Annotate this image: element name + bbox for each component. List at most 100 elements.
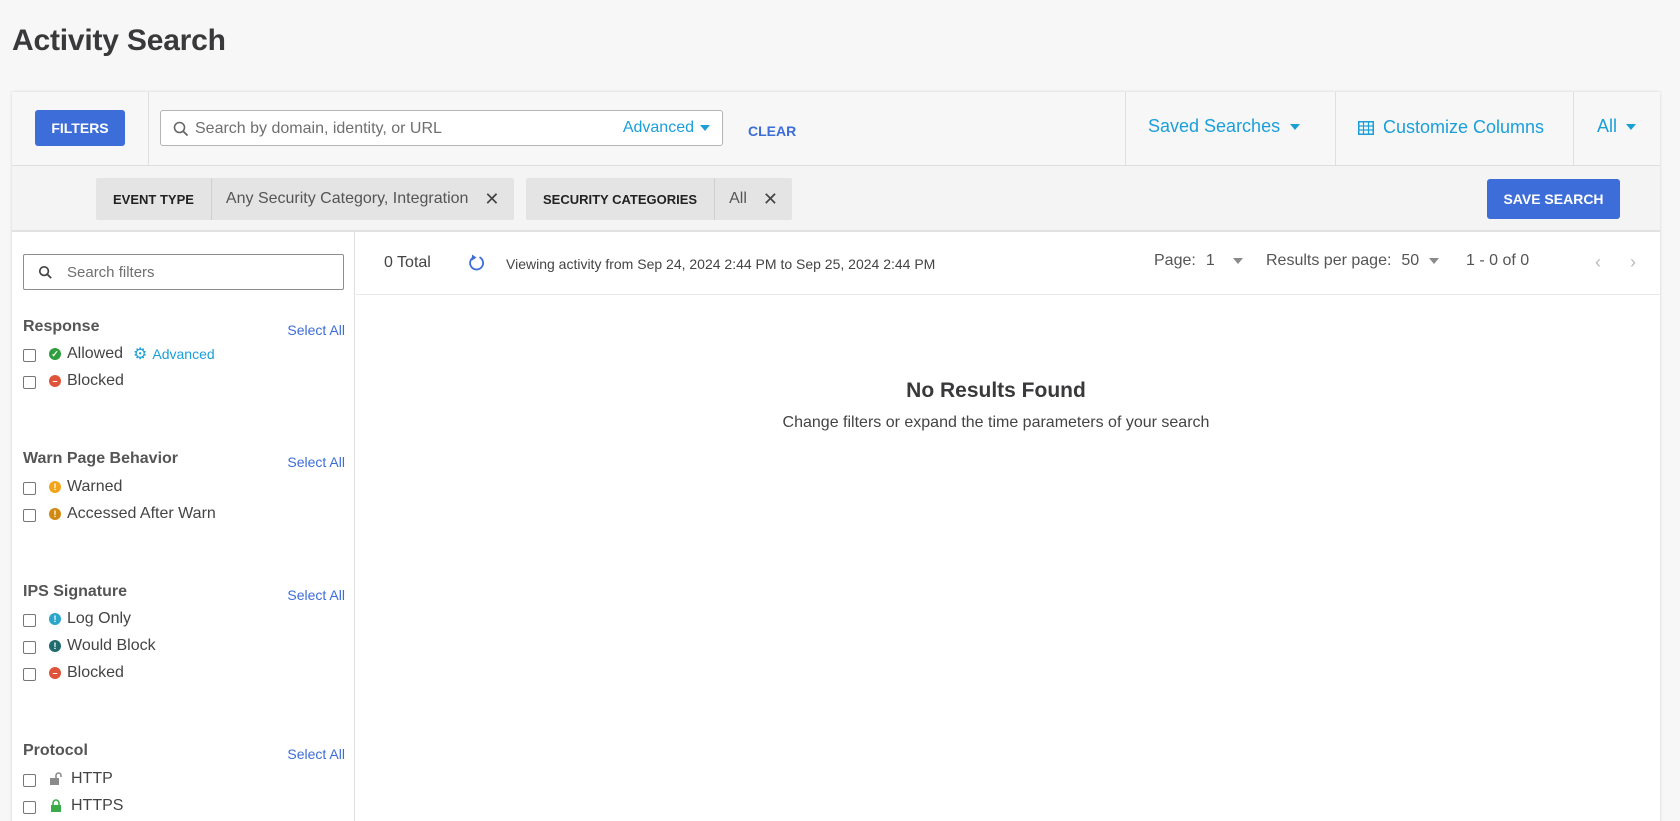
saved-searches-label: Saved Searches — [1148, 116, 1281, 136]
filter-option-allowed[interactable]: ✓ Allowed ⚙ Advanced — [23, 343, 215, 365]
filter-option-http[interactable]: HTTP — [23, 768, 113, 790]
toolbar-divider — [1335, 92, 1336, 166]
refresh-icon[interactable] — [468, 254, 486, 272]
filter-search-input[interactable]: Search filters — [23, 254, 344, 290]
checkbox[interactable] — [23, 801, 36, 814]
next-page-button[interactable]: › — [1630, 252, 1636, 273]
filter-option-label: Allowed — [67, 345, 124, 362]
activity-panel: FILTERS Search by domain, identity, or U… — [12, 92, 1660, 821]
lock-icon — [51, 799, 61, 812]
filter-group-title: Warn Page Behavior — [23, 450, 179, 467]
check-circle-icon: ✓ — [49, 348, 61, 360]
checkbox[interactable] — [23, 349, 36, 362]
checkbox[interactable] — [23, 641, 36, 654]
filter-option-label: Blocked — [67, 664, 124, 681]
search-icon — [38, 265, 52, 279]
results-per-page-selector[interactable]: Results per page: 50 — [1266, 252, 1440, 270]
filter-option-blocked[interactable]: – Blocked — [23, 370, 124, 392]
customize-columns-label: Customize Columns — [1383, 117, 1545, 137]
all-dropdown[interactable]: All — [1597, 116, 1637, 137]
alert-circle-icon: ! — [49, 640, 61, 652]
info-circle-icon: ! — [49, 613, 61, 625]
clear-button[interactable]: CLEAR — [748, 123, 796, 139]
close-icon[interactable]: ✕ — [484, 189, 499, 210]
filter-group-title: Response — [23, 318, 100, 335]
filter-option-accessed-after-warn[interactable]: ! Accessed After Warn — [23, 503, 216, 525]
empty-state-message: Change filters or expand the time parame… — [782, 414, 1210, 431]
chip-value: Any Security Category, Integration — [225, 190, 469, 207]
filter-chip-event-type: EVENT TYPE Any Security Category, Integr… — [96, 178, 514, 220]
chevron-down-icon — [1429, 258, 1440, 264]
filter-group-title: IPS Signature — [23, 583, 128, 600]
save-search-button[interactable]: SAVE SEARCH — [1487, 179, 1620, 219]
results-header: 0 Total Viewing activity from Sep 24, 20… — [356, 232, 1660, 295]
toolbar: FILTERS Search by domain, identity, or U… — [12, 92, 1660, 166]
filter-chip-security-categories: SECURITY CATEGORIES All ✕ — [526, 178, 792, 220]
filter-option-label: Would Block — [67, 637, 156, 654]
page-title: Activity Search — [12, 24, 226, 57]
chevron-down-icon — [1626, 123, 1637, 130]
checkbox[interactable] — [23, 614, 36, 627]
results-total: 0 Total — [384, 254, 431, 271]
chevron-down-icon — [1232, 258, 1243, 264]
filter-option-label: Blocked — [67, 372, 124, 389]
chip-key: SECURITY CATEGORIES — [526, 178, 716, 220]
all-label: All — [1597, 116, 1618, 136]
select-all-link[interactable]: Select All — [287, 322, 345, 338]
results-range: 1 - 0 of 0 — [1466, 252, 1530, 269]
toolbar-divider — [1573, 92, 1574, 166]
filters-button[interactable]: FILTERS — [35, 110, 125, 146]
customize-columns-button[interactable]: Customize Columns — [1358, 117, 1544, 138]
search-icon — [173, 121, 189, 137]
filter-option-label: HTTPS — [71, 797, 124, 814]
filter-option-https[interactable]: HTTPS — [23, 795, 123, 817]
advanced-link[interactable]: ⚙ Advanced — [133, 344, 215, 364]
warning-circle-icon: ! — [49, 481, 61, 493]
checkbox[interactable] — [23, 482, 36, 495]
close-icon[interactable]: ✕ — [763, 189, 778, 210]
checkbox[interactable] — [23, 774, 36, 787]
filter-option-label: Log Only — [67, 610, 132, 627]
results-per-page-value: 50 — [1401, 252, 1420, 269]
select-all-link[interactable]: Select All — [287, 587, 345, 603]
filter-option-would-block[interactable]: ! Would Block — [23, 635, 156, 657]
filter-group-title: Protocol — [23, 742, 88, 759]
page-label: Page: — [1154, 252, 1196, 269]
page-selector[interactable]: Page: 1 — [1154, 252, 1243, 270]
saved-searches-dropdown[interactable]: Saved Searches — [1148, 116, 1301, 137]
filter-option-log-only[interactable]: ! Log Only — [23, 608, 131, 630]
advanced-label: Advanced — [622, 119, 694, 136]
prev-page-button[interactable]: ‹ — [1595, 252, 1601, 273]
advanced-search-dropdown[interactable]: Advanced — [623, 119, 710, 137]
unlock-icon — [50, 772, 62, 785]
minus-circle-icon: – — [49, 667, 61, 679]
chip-value: All — [729, 190, 747, 207]
warning-circle-icon: ! — [49, 508, 61, 520]
results-per-page-label: Results per page: — [1266, 252, 1392, 269]
chevron-down-icon — [700, 125, 710, 131]
toolbar-divider — [1125, 92, 1126, 166]
chevron-down-icon — [1290, 123, 1301, 130]
filter-option-label: Warned — [67, 478, 123, 495]
select-all-link[interactable]: Select All — [287, 746, 345, 762]
checkbox[interactable] — [23, 376, 36, 389]
checkbox[interactable] — [23, 668, 36, 681]
gear-icon: ⚙ — [133, 346, 148, 363]
filter-option-label: Accessed After Warn — [67, 505, 216, 522]
table-icon — [1358, 120, 1374, 135]
filter-option-label: HTTP — [71, 770, 113, 787]
checkbox[interactable] — [23, 509, 36, 522]
page-value: 1 — [1205, 252, 1215, 269]
chip-key: EVENT TYPE — [96, 178, 212, 220]
active-filters-bar: EVENT TYPE Any Security Category, Integr… — [12, 166, 1660, 232]
select-all-link[interactable]: Select All — [287, 454, 345, 470]
filter-option-ips-blocked[interactable]: – Blocked — [23, 662, 124, 684]
search-input[interactable]: Search by domain, identity, or URL Advan… — [160, 110, 723, 146]
empty-state-title: No Results Found — [906, 379, 1086, 402]
filter-sidebar: Search filters Response Select All ✓ All… — [12, 232, 355, 821]
minus-circle-icon: – — [49, 375, 61, 387]
toolbar-divider — [148, 92, 149, 166]
filter-option-warned[interactable]: ! Warned — [23, 476, 122, 498]
time-range-text: Viewing activity from Sep 24, 2024 2:44 … — [506, 256, 936, 272]
search-placeholder: Search by domain, identity, or URL — [195, 120, 442, 137]
